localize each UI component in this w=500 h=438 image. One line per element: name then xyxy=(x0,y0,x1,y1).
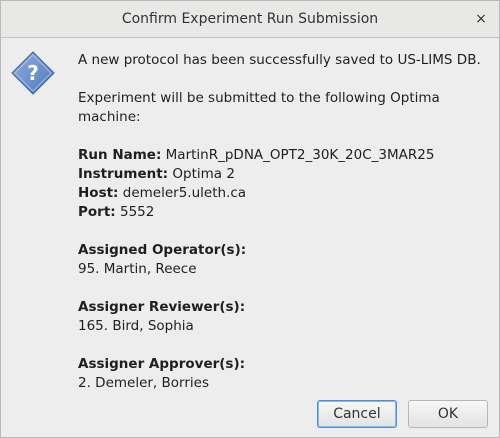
ok-button[interactable]: OK xyxy=(408,400,488,428)
intro-text: A new protocol has been successfully sav… xyxy=(78,52,481,68)
run-name-row: Run Name: MartinR_pDNA_OPT2_30K_20C_3MAR… xyxy=(78,146,493,165)
question-icon: ? xyxy=(11,51,55,95)
submit-text: Experiment will be submitted to the foll… xyxy=(78,90,440,125)
close-icon[interactable]: × xyxy=(471,9,491,29)
approver-section: Assigner Approver(s): 2. Demeler, Borrie… xyxy=(78,355,493,393)
cancel-button[interactable]: Cancel xyxy=(316,400,397,428)
operator-label: Assigned Operator(s): xyxy=(78,242,247,258)
instrument-row: Instrument: Optima 2 xyxy=(78,165,493,184)
operator-section: Assigned Operator(s): 95. Martin, Reece xyxy=(78,241,493,279)
reviewer-label: Assigner Reviewer(s): xyxy=(78,299,246,315)
run-name-label: Run Name: xyxy=(78,147,162,163)
dialog-title: Confirm Experiment Run Submission xyxy=(121,11,379,27)
approver-value: 2. Demeler, Borries xyxy=(78,375,209,391)
port-label: Port: xyxy=(78,204,116,220)
port-row: Port: 5552 xyxy=(78,203,493,222)
reviewer-value: 165. Bird, Sophia xyxy=(78,318,194,334)
reviewer-section: Assigner Reviewer(s): 165. Bird, Sophia xyxy=(78,298,493,336)
run-name-value: MartinR_pDNA_OPT2_30K_20C_3MAR25 xyxy=(165,147,435,163)
host-label: Host: xyxy=(78,185,119,201)
machine-details: Run Name: MartinR_pDNA_OPT2_30K_20C_3MAR… xyxy=(78,146,493,222)
instrument-label: Instrument: xyxy=(78,166,169,182)
approver-label: Assigner Approver(s): xyxy=(78,356,246,372)
host-value: demeler5.uleth.ca xyxy=(122,185,247,201)
question-glyph: ? xyxy=(27,61,39,85)
button-row: Cancel OK xyxy=(311,400,488,428)
title-bar: Confirm Experiment Run Submission × xyxy=(1,1,499,38)
port-value: 5552 xyxy=(119,204,155,220)
host-row: Host: demeler5.uleth.ca xyxy=(78,184,493,203)
instrument-value: Optima 2 xyxy=(172,166,235,182)
message-body: A new protocol has been successfully sav… xyxy=(78,51,493,412)
operator-value: 95. Martin, Reece xyxy=(78,261,197,277)
confirm-dialog: Confirm Experiment Run Submission × ? A … xyxy=(0,0,500,438)
